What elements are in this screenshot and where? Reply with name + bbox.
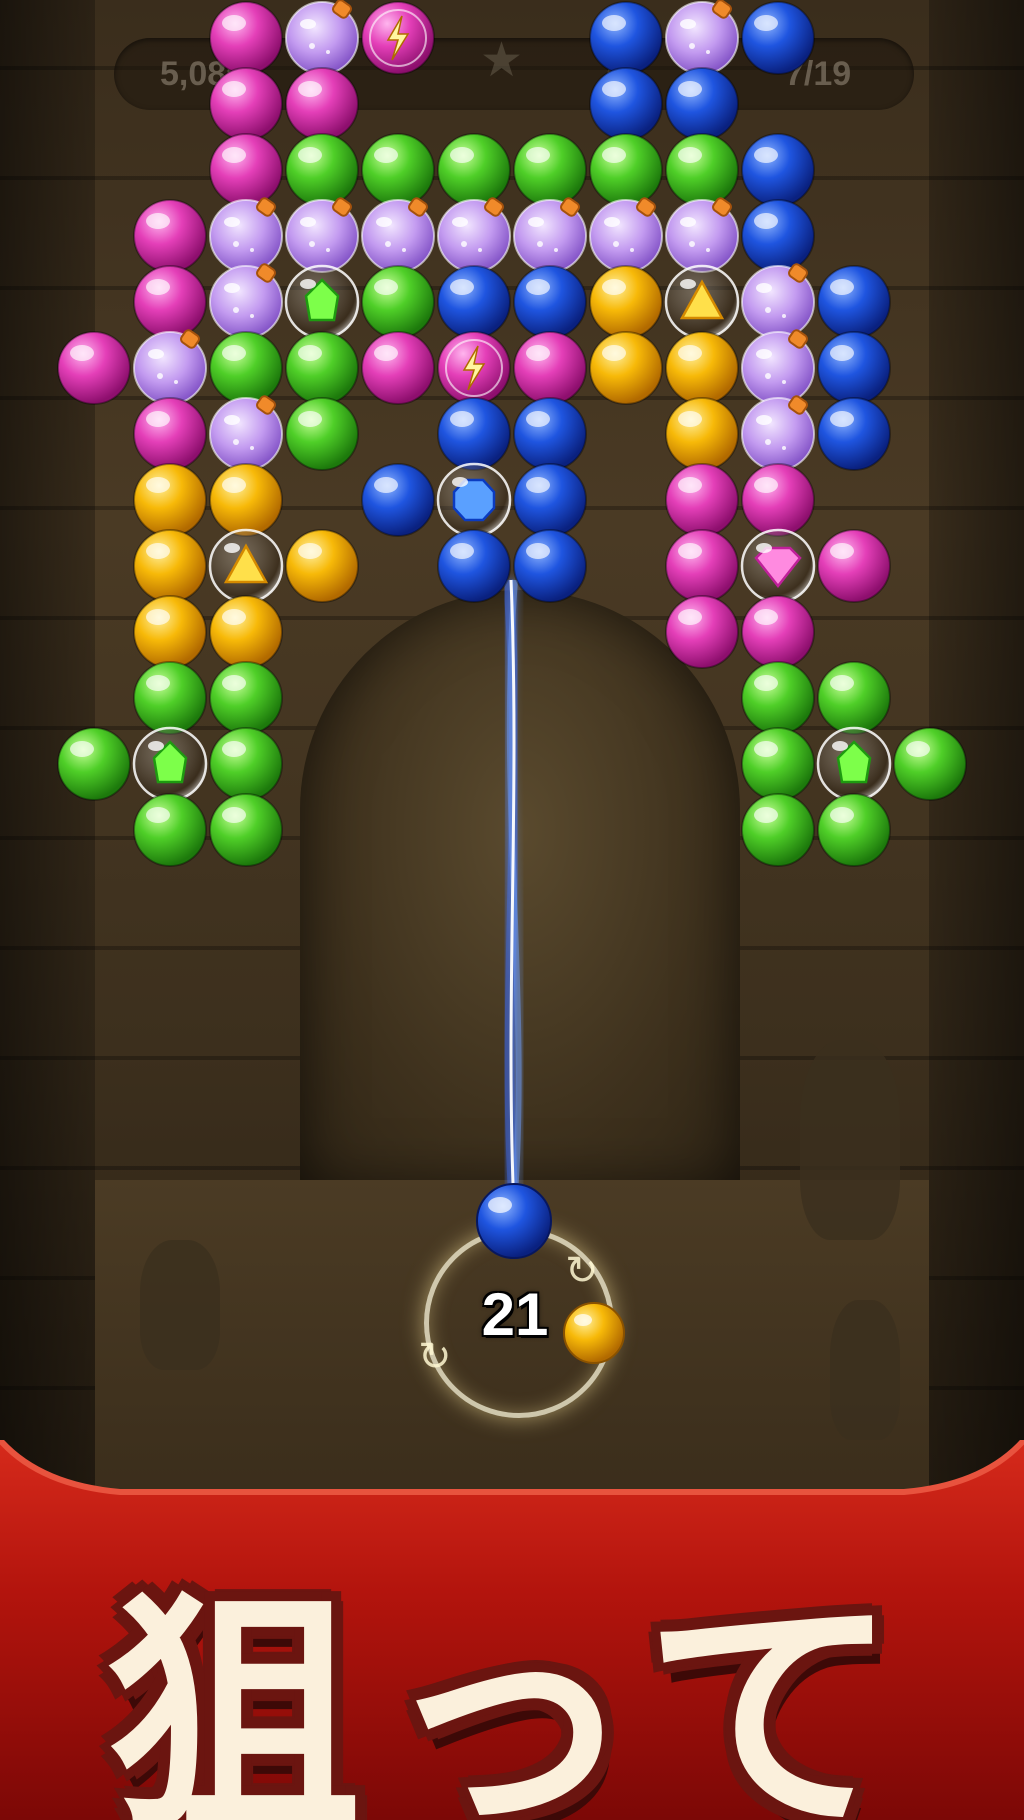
shooter-bubbles — [476, 1183, 625, 1364]
shots-remaining: 21 — [481, 1281, 549, 1348]
game-screen: 5,080 ★ ★ 7/19 — [0, 0, 1024, 1820]
current-bubble-highlight — [488, 1197, 512, 1213]
banner-caption: 狙って — [105, 1569, 919, 1820]
next-bubble-highlight — [574, 1314, 592, 1326]
next-bubble[interactable] — [563, 1302, 625, 1364]
current-bubble[interactable] — [476, 1183, 552, 1259]
